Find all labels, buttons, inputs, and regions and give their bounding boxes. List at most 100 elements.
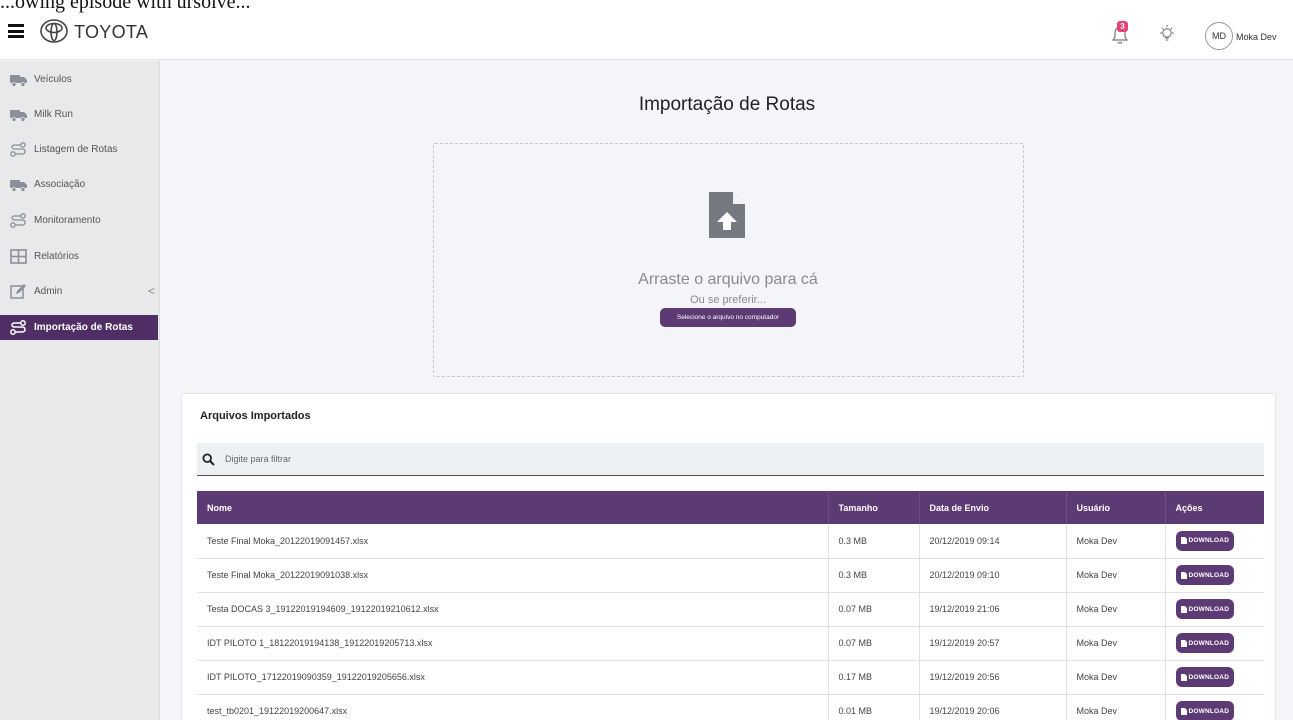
download-label: DOWNLOAD bbox=[1188, 605, 1230, 613]
download-button[interactable]: DOWNLOAD bbox=[1175, 701, 1235, 720]
actions-cell: DOWNLOAD bbox=[1165, 558, 1264, 592]
table-row: Testa DOCAS 3_19122019194609_19122019210… bbox=[197, 592, 1264, 626]
sidebar-item-label: Veículos bbox=[34, 74, 72, 85]
file-name-cell: Testa DOCAS 3_19122019194609_19122019210… bbox=[197, 592, 829, 626]
lightbulb-icon[interactable] bbox=[1157, 24, 1177, 44]
file-size-cell: 0.01 MB bbox=[828, 694, 920, 720]
file-upload-icon bbox=[709, 192, 745, 238]
sidebar: Veículos Milk Run Listagem de Rotas Asso… bbox=[0, 61, 160, 720]
imported-files-table: Nome Tamanho Data de Envio Usuário Ações… bbox=[197, 491, 1264, 720]
sidebar-item-relatorios[interactable]: Relatórios bbox=[0, 244, 158, 269]
user-cell: Moka Dev bbox=[1066, 558, 1166, 592]
sidebar-item-label: Listagem de Rotas bbox=[34, 144, 118, 155]
filter-bar bbox=[197, 443, 1264, 476]
user-cell: Moka Dev bbox=[1066, 660, 1166, 694]
filter-input[interactable] bbox=[225, 451, 825, 467]
user-cell: Moka Dev bbox=[1066, 626, 1166, 660]
upload-date-cell: 19/12/2019 20:06 bbox=[919, 694, 1067, 720]
sidebar-item-listagem-de-rotas[interactable]: Listagem de Rotas bbox=[0, 137, 158, 162]
file-name-cell: Teste Final Moka_20122019091038.xlsx bbox=[197, 558, 829, 592]
sidebar-item-label: Milk Run bbox=[34, 109, 73, 120]
sidebar-item-admin[interactable]: Admin < bbox=[0, 279, 158, 304]
file-name-cell: IDT PILOTO 1_18122019194138_191220192057… bbox=[197, 626, 829, 660]
cropped-overlay-text: ...owing episode with ursolve... bbox=[0, 0, 251, 13]
column-header-usuario[interactable]: Usuário bbox=[1066, 491, 1166, 524]
sidebar-item-label: Relatórios bbox=[34, 251, 80, 262]
download-button[interactable]: DOWNLOAD bbox=[1175, 565, 1235, 585]
upload-date-cell: 19/12/2019 21:06 bbox=[919, 592, 1067, 626]
sidebar-item-veiculos[interactable]: Veículos bbox=[0, 67, 158, 92]
file-name-cell: IDT PILOTO_17122019090359_19122019205656… bbox=[197, 660, 829, 694]
truck-icon bbox=[10, 180, 27, 192]
main-content: Importação de Rotas Arraste o arquivo pa… bbox=[161, 61, 1293, 720]
download-button[interactable]: DOWNLOAD bbox=[1175, 633, 1235, 653]
download-label: DOWNLOAD bbox=[1188, 571, 1230, 579]
file-icon bbox=[1180, 571, 1187, 579]
edit-icon bbox=[10, 284, 26, 299]
download-button[interactable]: DOWNLOAD bbox=[1175, 667, 1235, 687]
table-row: Teste Final Moka_20122019091457.xlsx 0.3… bbox=[197, 524, 1264, 558]
file-size-cell: 0.3 MB bbox=[828, 558, 920, 592]
dropzone-title: Arraste o arquivo para cá bbox=[638, 271, 818, 288]
chevron-left-icon[interactable]: < bbox=[148, 284, 155, 298]
column-header-data-de-envio[interactable]: Data de Envio bbox=[919, 491, 1067, 524]
file-icon bbox=[1180, 605, 1187, 613]
table-row: IDT PILOTO_17122019090359_19122019205656… bbox=[197, 660, 1264, 694]
download-label: DOWNLOAD bbox=[1188, 707, 1230, 715]
sidebar-item-importacao-de-rotas[interactable]: Importação de Rotas bbox=[0, 315, 158, 340]
notification-count-badge: 3 bbox=[1117, 21, 1128, 32]
page-title: Importação de Rotas bbox=[638, 94, 816, 115]
sidebar-item-associacao[interactable]: Associação bbox=[0, 172, 158, 197]
table-header-row: Nome Tamanho Data de Envio Usuário Ações bbox=[197, 491, 1264, 524]
download-label: DOWNLOAD bbox=[1188, 537, 1230, 545]
imported-files-title: Arquivos Importados bbox=[200, 410, 311, 422]
select-file-button[interactable]: Selecione o arquivo no computador bbox=[660, 308, 796, 327]
file-size-cell: 0.3 MB bbox=[828, 524, 920, 558]
table-row: test_tb0201_19122019200647.xlsx 0.01 MB … bbox=[197, 694, 1264, 720]
file-icon bbox=[1180, 537, 1187, 545]
table-row: IDT PILOTO 1_18122019194138_191220192057… bbox=[197, 626, 1264, 660]
file-icon bbox=[1180, 639, 1187, 647]
truck-icon bbox=[10, 75, 27, 87]
actions-cell: DOWNLOAD bbox=[1165, 524, 1264, 558]
user-cell: Moka Dev bbox=[1066, 524, 1166, 558]
column-header-tamanho[interactable]: Tamanho bbox=[828, 491, 920, 524]
route-icon bbox=[10, 320, 26, 335]
table-row: Teste Final Moka_20122019091038.xlsx 0.3… bbox=[197, 558, 1264, 592]
download-button[interactable]: DOWNLOAD bbox=[1175, 599, 1235, 619]
menu-icon[interactable] bbox=[8, 24, 24, 38]
upload-date-cell: 19/12/2019 20:56 bbox=[919, 660, 1067, 694]
brand-name: TOYOTA bbox=[74, 22, 149, 42]
sidebar-item-label: Associação bbox=[34, 179, 86, 190]
download-label: DOWNLOAD bbox=[1188, 639, 1230, 647]
search-icon bbox=[202, 453, 215, 466]
actions-cell: DOWNLOAD bbox=[1165, 626, 1264, 660]
route-icon bbox=[10, 213, 26, 228]
toyota-logo-icon bbox=[40, 19, 68, 43]
file-size-cell: 0.07 MB bbox=[828, 592, 920, 626]
file-name-cell: test_tb0201_19122019200647.xlsx bbox=[197, 694, 829, 720]
user-name[interactable]: Moka Dev bbox=[1236, 32, 1277, 42]
actions-cell: DOWNLOAD bbox=[1165, 660, 1264, 694]
column-header-acoes: Ações bbox=[1175, 502, 1203, 513]
sidebar-item-milk-run[interactable]: Milk Run bbox=[0, 102, 158, 127]
file-dropzone[interactable]: Arraste o arquivo para cá Ou se preferir… bbox=[433, 143, 1024, 377]
file-icon bbox=[1180, 707, 1187, 715]
top-bar: ...owing episode with ursolve... TOYOTA … bbox=[0, 0, 1293, 60]
sidebar-item-monitoramento[interactable]: Monitoramento bbox=[0, 208, 158, 233]
file-name-cell: Teste Final Moka_20122019091457.xlsx bbox=[197, 524, 829, 558]
upload-date-cell: 20/12/2019 09:14 bbox=[919, 524, 1067, 558]
file-icon bbox=[1180, 673, 1187, 681]
actions-cell: DOWNLOAD bbox=[1165, 592, 1264, 626]
imported-files-card: Arquivos Importados Nome Tamanho Data de… bbox=[181, 393, 1276, 720]
user-cell: Moka Dev bbox=[1066, 694, 1166, 720]
sidebar-item-label: Monitoramento bbox=[34, 215, 101, 226]
dropzone-subtitle: Ou se preferir... bbox=[690, 294, 766, 306]
upload-date-cell: 19/12/2019 20:57 bbox=[919, 626, 1067, 660]
truck-icon bbox=[10, 110, 27, 122]
column-header-nome[interactable]: Nome bbox=[197, 491, 829, 524]
file-size-cell: 0.07 MB bbox=[828, 626, 920, 660]
user-avatar[interactable]: MD bbox=[1205, 22, 1233, 50]
download-button[interactable]: DOWNLOAD bbox=[1175, 530, 1235, 551]
route-icon bbox=[10, 142, 26, 157]
